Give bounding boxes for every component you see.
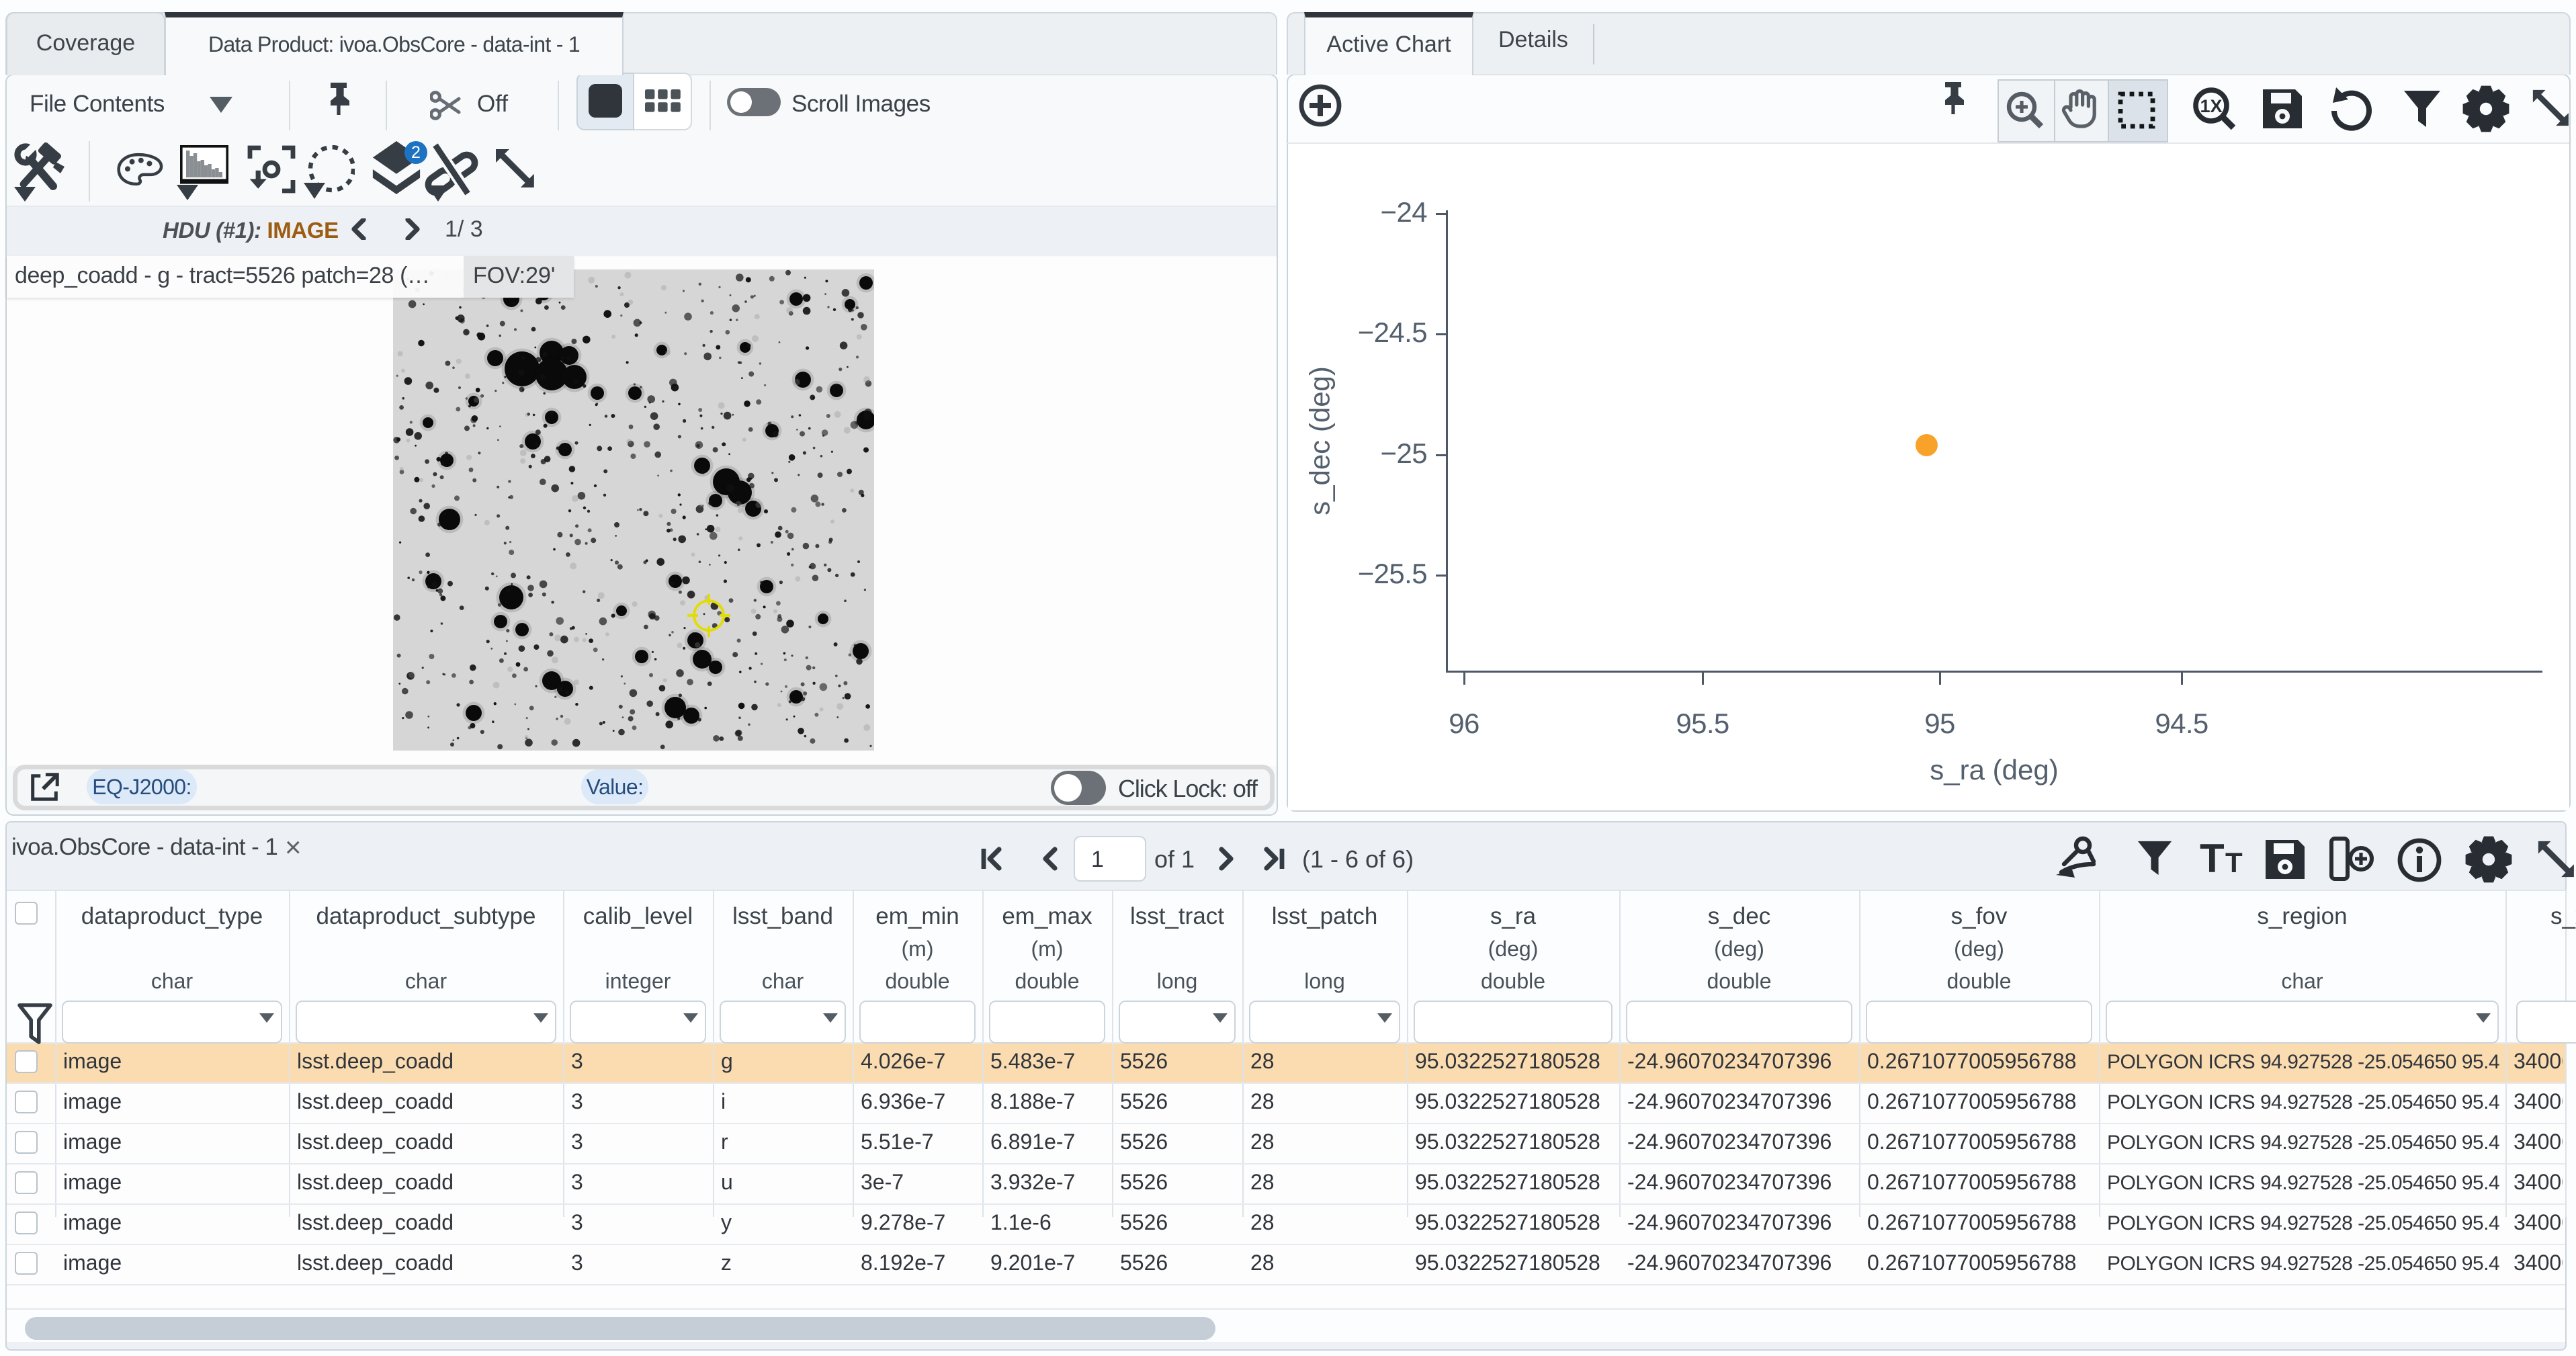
svg-text:T: T	[2225, 847, 2243, 878]
svg-text:s_dec (deg): s_dec (deg)	[1304, 366, 1336, 515]
svg-text:1X: 1X	[2200, 96, 2222, 116]
svg-text:T: T	[2200, 837, 2225, 881]
